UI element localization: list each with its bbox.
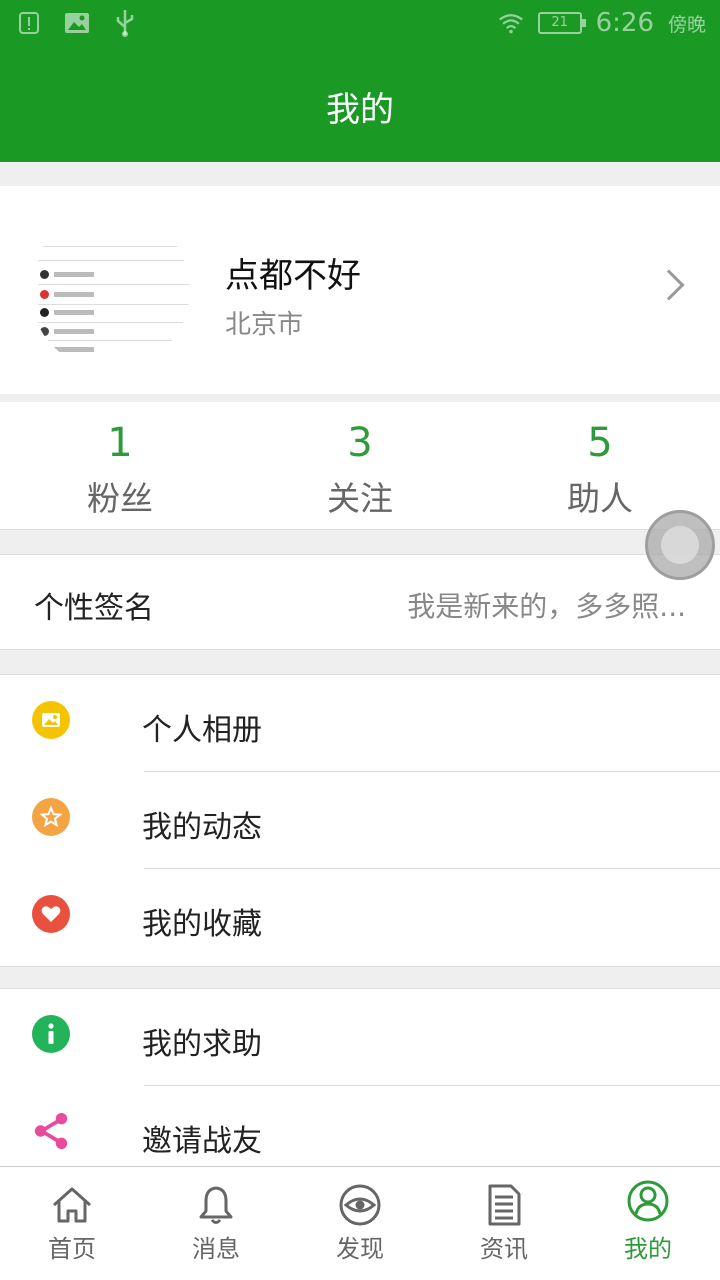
stat-label: 关注 <box>327 479 393 518</box>
profile-card[interactable]: 点都不好 北京市 <box>0 186 720 394</box>
stat-following[interactable]: 3 关注 <box>240 402 480 529</box>
menu-item-posts[interactable]: 我的动态 <box>0 772 720 869</box>
menu-item-album[interactable]: 个人相册 <box>0 675 720 772</box>
star-icon <box>32 798 70 836</box>
signature-value: 我是新来的，多多照... <box>407 590 686 623</box>
menu-label: 我的求助 <box>142 1027 262 1062</box>
menu-group-profile: 个人相册 我的动态 我的收藏 <box>0 674 720 967</box>
status-bar: 21 6:26 傍晚 <box>0 0 720 50</box>
nav-discover[interactable]: 发现 <box>288 1167 432 1280</box>
signature-label: 个性签名 <box>34 591 154 626</box>
stat-value: 3 <box>347 420 373 466</box>
stat-fans[interactable]: 1 粉丝 <box>0 402 240 529</box>
battery-icon: 21 <box>537 12 586 34</box>
stat-value: 5 <box>587 420 613 466</box>
nav-mine[interactable]: 我的 <box>576 1167 720 1280</box>
info-icon <box>32 1015 70 1053</box>
page-title: 我的 <box>326 90 394 130</box>
menu-label: 我的动态 <box>142 810 262 845</box>
home-icon <box>53 1187 91 1223</box>
menu-item-help-requests[interactable]: 我的求助 <box>0 989 720 1086</box>
menu-item-favorites[interactable]: 我的收藏 <box>0 869 720 966</box>
user-icon <box>627 1180 669 1222</box>
profile-city: 北京市 <box>225 310 304 340</box>
nav-label: 发现 <box>336 1235 384 1263</box>
nav-messages[interactable]: 消息 <box>144 1167 288 1280</box>
nav-label: 消息 <box>192 1235 240 1263</box>
nav-home[interactable]: 首页 <box>0 1167 144 1280</box>
heart-icon <box>32 895 70 933</box>
title-bar: 21 6:26 傍晚 我的 <box>0 0 720 162</box>
status-period: 傍晚 <box>667 13 706 36</box>
image-icon <box>64 10 90 36</box>
wifi-icon <box>498 10 524 36</box>
signature-row[interactable]: 个性签名 我是新来的，多多照... <box>0 554 720 650</box>
floating-assist-button[interactable] <box>645 510 715 580</box>
eye-icon <box>339 1184 381 1226</box>
stats-row: 1 粉丝 3 关注 5 助人 <box>0 402 720 530</box>
menu-label: 个人相册 <box>142 713 262 748</box>
profile-name: 点都不好 <box>225 256 361 296</box>
bottom-nav: 首页 消息 发现 资讯 我的 <box>0 1166 720 1280</box>
chevron-right-icon[interactable] <box>653 269 685 301</box>
menu-label: 邀请战友 <box>142 1124 262 1159</box>
bell-icon <box>199 1186 233 1224</box>
nav-label: 资讯 <box>480 1235 528 1263</box>
usb-icon <box>112 10 138 37</box>
photo-icon <box>32 701 70 739</box>
alert-icon <box>16 10 42 36</box>
nav-label: 首页 <box>48 1235 96 1263</box>
stat-label: 粉丝 <box>87 479 153 518</box>
stat-value: 1 <box>107 420 133 466</box>
avatar[interactable] <box>30 210 190 370</box>
nav-news[interactable]: 资讯 <box>432 1167 576 1280</box>
menu-label: 我的收藏 <box>142 907 262 942</box>
news-icon <box>488 1184 521 1226</box>
nav-label: 我的 <box>624 1235 672 1263</box>
status-time: 6:26 <box>595 8 654 38</box>
menu-group-help: 我的求助 邀请战友 <box>0 988 720 1184</box>
share-icon <box>32 1112 70 1150</box>
